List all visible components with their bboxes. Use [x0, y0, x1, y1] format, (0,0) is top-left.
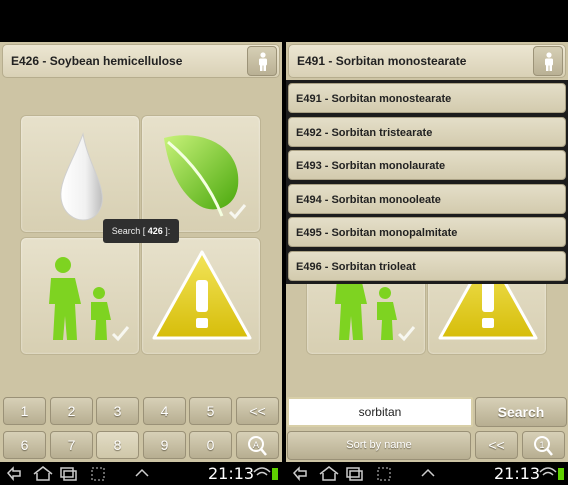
- key-7[interactable]: 7: [50, 431, 93, 459]
- suggestion-dropdown: E491 - Sorbitan monostearate E492 - Sorb…: [286, 80, 568, 284]
- toast-prefix: Search [: [111, 226, 148, 236]
- suggestion-label: E493 - Sorbitan monolaurate: [296, 160, 446, 172]
- system-navbar: 21:13: [286, 462, 568, 485]
- magnifier-number-icon: 1: [534, 436, 553, 456]
- suggestion-item[interactable]: E495 - Sorbitan monopalmitate: [288, 217, 566, 247]
- right-screen: E491 - Sorbitan monostearate E491 - Sorb…: [286, 0, 568, 485]
- suggestion-item[interactable]: E493 - Sorbitan monolaurate: [288, 150, 566, 180]
- leaf-check-icon: [164, 135, 247, 220]
- number-search-toggle-button[interactable]: 1: [522, 431, 565, 459]
- key-1[interactable]: 1: [3, 397, 46, 425]
- result-header: E491 - Sorbitan monostearate: [288, 44, 566, 78]
- profile-button[interactable]: [247, 46, 277, 76]
- suggestion-label: E491 - Sorbitan monostearate: [296, 93, 452, 105]
- key-5[interactable]: 5: [189, 397, 232, 425]
- magnifier-a-icon: A: [248, 436, 267, 456]
- nav-buttons-icon: [6, 466, 149, 482]
- search-toast: Search [ 426 ]:: [103, 219, 179, 243]
- back-button[interactable]: <<: [475, 431, 518, 459]
- person-icon: [545, 52, 553, 71]
- warning-icon: [152, 250, 252, 340]
- tile-children[interactable]: [20, 237, 140, 355]
- system-navbar: 21:13: [0, 462, 282, 485]
- sort-button[interactable]: Sort by name: [287, 431, 471, 460]
- suggestion-item[interactable]: E496 - Sorbitan trioleat: [288, 251, 566, 281]
- family-check-icon: [49, 257, 130, 342]
- key-6[interactable]: 6: [3, 431, 46, 459]
- key-2[interactable]: 2: [50, 397, 93, 425]
- tile-vegetarian[interactable]: [141, 115, 261, 233]
- drop-icon: [60, 132, 103, 221]
- left-screen: E426 - Soybean hemicellulose Search [42…: [0, 0, 282, 485]
- suggestion-label: E496 - Sorbitan trioleat: [296, 261, 416, 273]
- key-backspace[interactable]: <<: [236, 397, 279, 425]
- text-search-toggle-button[interactable]: A: [236, 431, 279, 459]
- suggestion-item[interactable]: E491 - Sorbitan monostearate: [288, 83, 566, 113]
- clock: 21:13: [208, 464, 255, 483]
- nav-buttons-icon: [292, 466, 435, 482]
- search-input[interactable]: sorbitan: [287, 397, 473, 427]
- search-button[interactable]: Search: [475, 397, 567, 427]
- wifi-battery-icon: [539, 467, 564, 480]
- result-header: E426 - Soybean hemicellulose: [2, 44, 280, 78]
- tile-warning[interactable]: [141, 237, 261, 355]
- toast-suffix: ]:: [162, 226, 171, 236]
- suggestion-label: E494 - Sorbitan monooleate: [296, 194, 441, 206]
- person-icon: [259, 52, 267, 71]
- status-bar: [286, 0, 568, 42]
- clock: 21:13: [494, 464, 541, 483]
- svg-text:1: 1: [540, 440, 545, 450]
- header-title: E491 - Sorbitan monostearate: [297, 54, 467, 68]
- key-0[interactable]: 0: [189, 431, 232, 459]
- profile-button[interactable]: [533, 46, 563, 76]
- suggestion-item[interactable]: E494 - Sorbitan monooleate: [288, 184, 566, 214]
- key-4[interactable]: 4: [143, 397, 186, 425]
- svg-text:A: A: [253, 440, 259, 450]
- toast-code: 426: [147, 226, 163, 236]
- key-9[interactable]: 9: [143, 431, 186, 459]
- tile-origin[interactable]: [20, 115, 140, 233]
- key-8[interactable]: 8: [96, 431, 139, 459]
- wifi-battery-icon: [253, 467, 278, 480]
- header-title: E426 - Soybean hemicellulose: [11, 54, 183, 68]
- suggestion-label: E492 - Sorbitan tristearate: [296, 127, 433, 139]
- key-3[interactable]: 3: [96, 397, 139, 425]
- suggestion-label: E495 - Sorbitan monopalmitate: [296, 227, 458, 239]
- status-bar: [0, 0, 282, 42]
- suggestion-item[interactable]: E492 - Sorbitan tristearate: [288, 117, 566, 147]
